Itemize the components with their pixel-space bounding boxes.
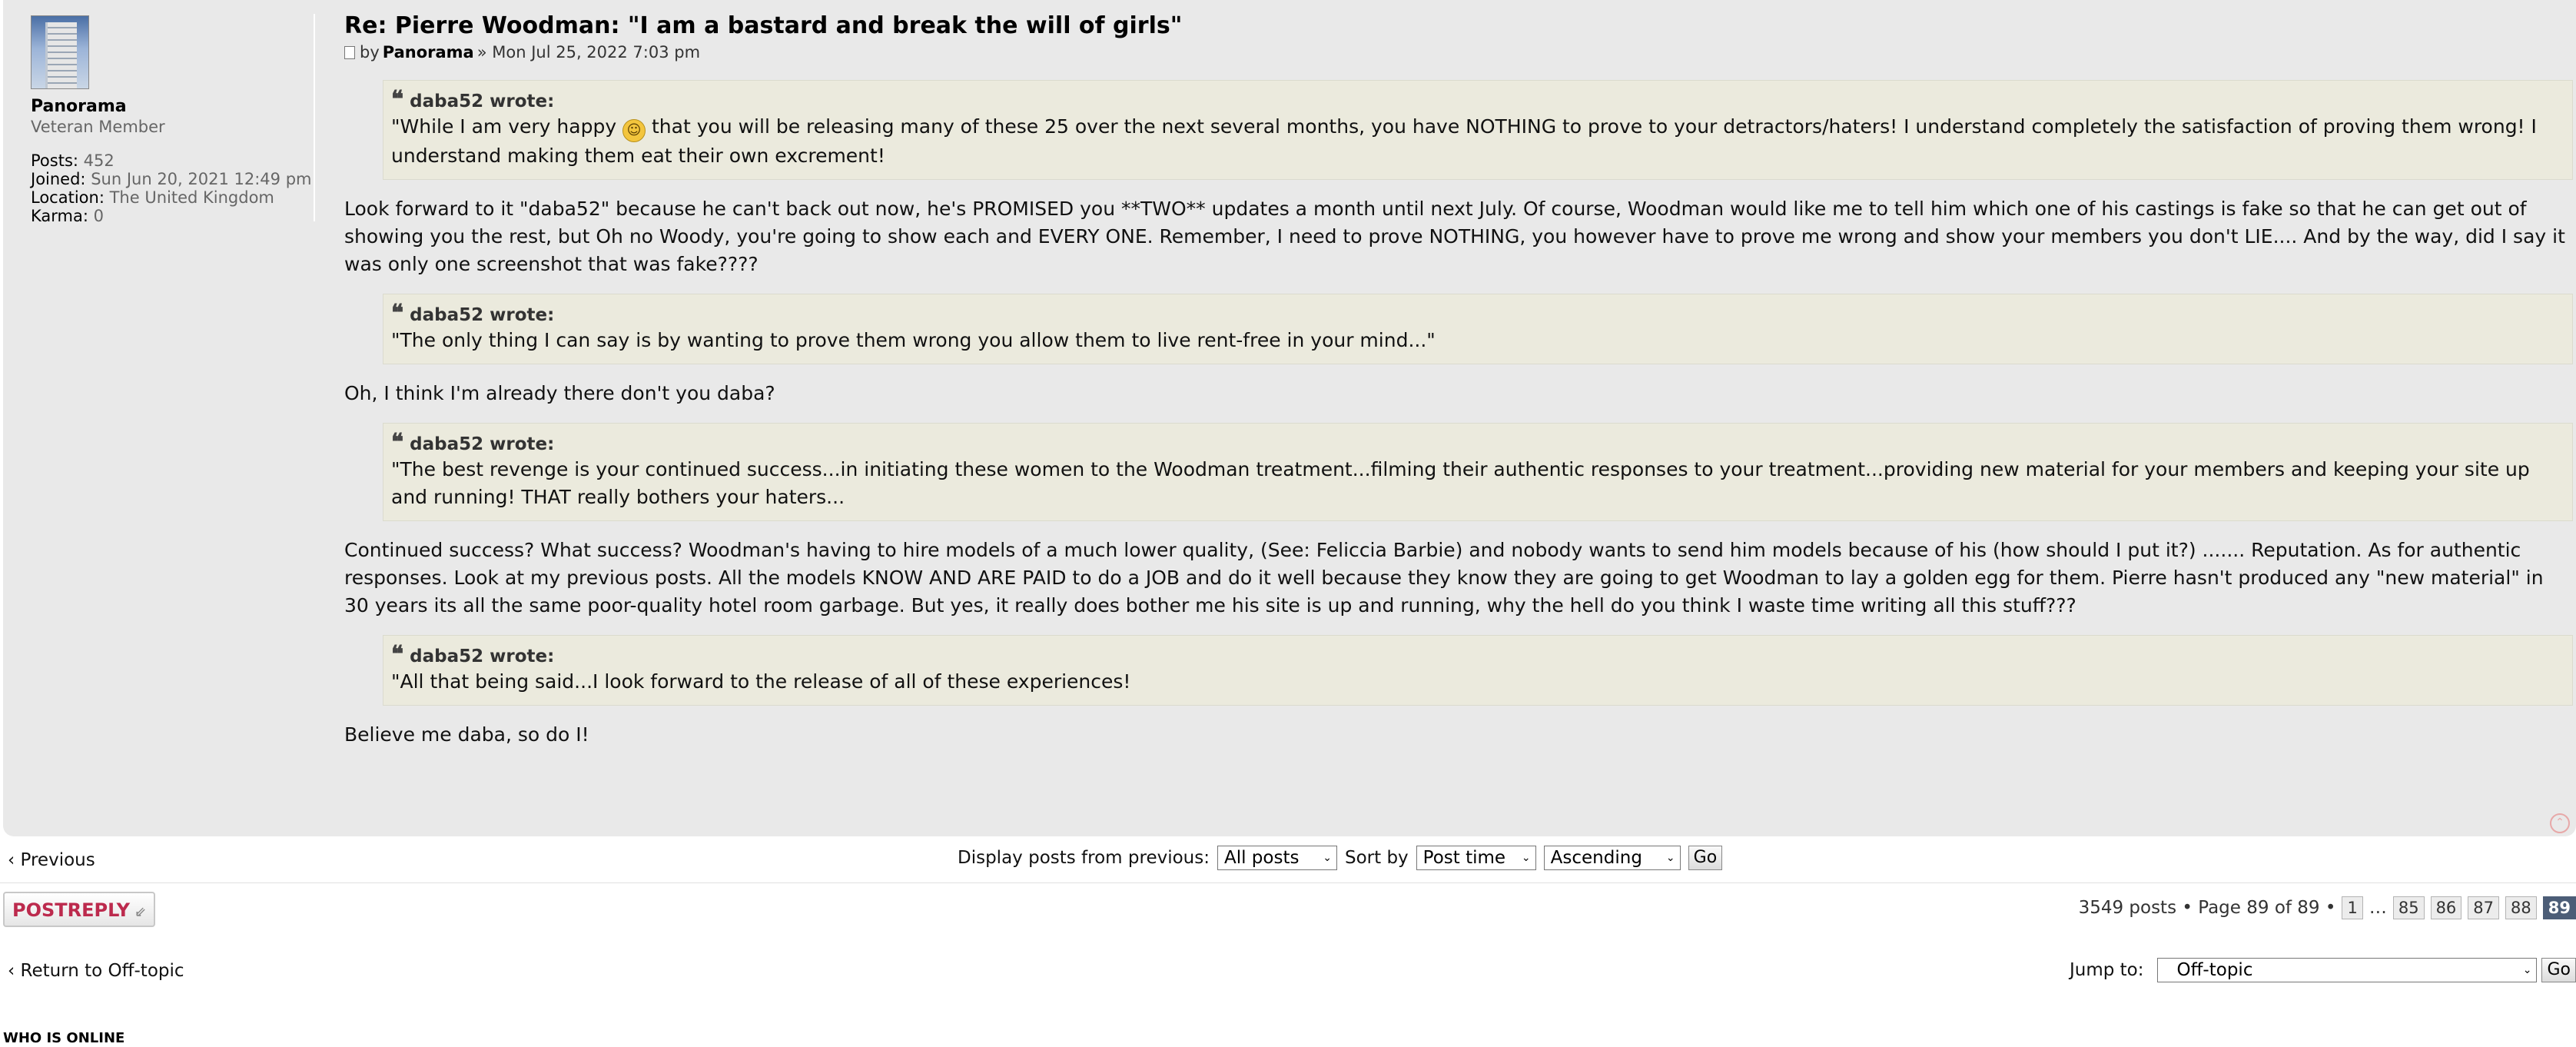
post-paragraph: Look forward to it "daba52" because he c… [344,198,2565,275]
stat-karma: Karma: 0 [31,207,314,225]
stat-location: Location: The United Kingdom [31,188,314,207]
chevron-down-icon: ⌄ [1323,852,1332,864]
jumpbox-bar: ‹ Return to Off-topic Jump to: Off-topic… [0,953,2576,999]
quote-author: ❝ daba52 wrote: [391,431,2564,456]
post-author-line: by Panorama » Mon Jul 25, 2022 7:03 pm [344,43,2573,61]
quote-text: "All that being said...I look forward to… [391,670,1131,693]
stat-value[interactable]: 452 [84,151,115,170]
action-bar: ‹ Previous Display posts from previous: … [0,839,2576,883]
stat-label: Posts: [31,151,78,170]
profile-rank: Veteran Member [31,118,165,136]
post-body: Re: Pierre Woodman: "I am a bastard and … [344,11,2573,764]
return-label: Return to Off-topic [20,961,184,981]
quote-mark-icon: ❝ [391,429,404,456]
quote-block: ❝ daba52 wrote: "The best revenge is your… [383,423,2573,521]
post-reply-label: POSTREPLY [12,899,131,921]
post-content: ❝ daba52 wrote: "While I am very happy ☺ … [344,80,2573,749]
previous-topic-link[interactable]: ‹ Previous [8,850,95,870]
quote-text: "While I am very happy ☺ that you will b… [391,113,2564,170]
previous-label: Previous [20,850,95,870]
stat-label: Location: [31,188,105,207]
display-options: Display posts from previous: All posts ⌄ … [958,846,1723,870]
post-date: » Mon Jul 25, 2022 7:03 pm [476,43,701,61]
post-paragraph: Continued success? What success? Woodman… [344,539,2544,617]
quote-text: "The best revenge is your continued succ… [391,458,2530,508]
stat-posts: Posts: 452 [31,151,314,170]
quote-author: ❝ daba52 wrote: [391,643,2564,668]
display-posts-select[interactable]: All posts ⌄ [1217,846,1337,870]
avatar[interactable] [31,15,89,89]
page-link[interactable]: 86 [2430,896,2462,919]
chevron-left-icon: ‹ [8,961,15,981]
post-icon[interactable] [344,45,355,59]
grin-emoji-icon: ☺ [622,119,646,142]
pagination-summary: 3549 posts • Page 89 of 89 • [2078,898,2336,918]
jump-go-button[interactable]: Go [2541,958,2576,982]
chevron-down-icon: ⌄ [1521,852,1531,864]
back-to-top-icon[interactable]: ⌃ [2550,813,2570,833]
quote-block: ❝ daba52 wrote: "The only thing I can say… [383,294,2573,364]
pagination: 3549 posts • Page 89 of 89 • 1 … 85 86 8… [2079,896,2576,919]
chevron-left-icon: ‹ [8,850,15,870]
reply-pagination-bar: POSTREPLY ⇙ 3549 posts • Page 89 of 89 • … [0,886,2576,939]
stat-joined: Joined: Sun Jun 20, 2021 12:49 pm [31,170,314,188]
stat-value: 0 [93,207,104,225]
quote-block: ❝ daba52 wrote: "All that being said...I … [383,635,2573,706]
page-link[interactable]: 87 [2468,896,2500,919]
go-button[interactable]: Go [1688,846,1723,870]
page-current: 89 [2542,896,2576,919]
stat-value: The United Kingdom [109,188,274,207]
jump-to: Jump to: Off-topic ⌄ Go [2070,958,2576,982]
page-link[interactable]: 85 [2392,896,2425,919]
chevron-down-icon: ⌄ [1665,852,1675,864]
quote-author-text: daba52 wrote: [410,434,555,454]
profile-username[interactable]: Panorama [31,97,314,116]
sort-order-value: Ascending [1550,848,1642,868]
page-link[interactable]: 1 [2342,896,2363,919]
stat-label: Joined: [31,170,86,188]
display-label: Display posts from previous: [958,848,1210,868]
chevron-down-icon: ⌄ [2522,964,2532,976]
jump-to-select[interactable]: Off-topic ⌄ [2157,958,2538,982]
stat-value: Sun Jun 20, 2021 12:49 pm [91,170,312,188]
quote-text-part: that you will be releasing many of these… [391,115,2537,167]
page-ellipsis: … [2369,898,2387,918]
sort-by-value: Post time [1422,848,1506,868]
sort-order-select[interactable]: Ascending ⌄ [1543,846,1681,870]
return-to-forum-link[interactable]: ‹ Return to Off-topic [8,961,184,981]
sort-by-select[interactable]: Post time ⌄ [1416,846,1536,870]
profile-divider [314,14,315,221]
who-is-online-heading: WHO IS ONLINE [3,1030,125,1046]
quote-mark-icon: ❝ [391,300,404,327]
quote-author-text: daba52 wrote: [410,305,555,325]
display-posts-value: All posts [1223,848,1300,868]
quote-text-part: "While I am very happy [391,115,623,138]
post-reply-button[interactable]: POSTREPLY ⇙ [3,892,156,927]
quote-block: ❝ daba52 wrote: "While I am very happy ☺ … [383,80,2573,180]
by-label: by [360,43,380,61]
profile-stats: Posts: 452 Joined: Sun Jun 20, 2021 12:4… [31,151,314,225]
sort-label: Sort by [1344,848,1409,868]
post-container: Panorama Veteran Member Posts: 452 Joine… [3,0,2576,836]
post-title[interactable]: Re: Pierre Woodman: "I am a bastard and … [344,11,2573,42]
jump-label: Jump to: [2069,960,2144,980]
post-profile: Panorama Veteran Member Posts: 452 Joine… [31,15,314,225]
quote-author-text: daba52 wrote: [410,646,555,666]
quote-author-text: daba52 wrote: [410,91,555,111]
post-paragraph: Believe me daba, so do I! [344,723,589,746]
quote-author: ❝ daba52 wrote: [391,88,2564,113]
quote-author: ❝ daba52 wrote: [391,302,2564,327]
page-link[interactable]: 88 [2505,896,2537,919]
quote-mark-icon: ❝ [391,86,404,113]
quote-text: "The only thing I can say is by wanting … [391,329,1436,351]
quote-mark-icon: ❝ [391,641,404,668]
stat-label: Karma: [31,207,88,225]
jump-to-value: Off-topic [2176,960,2253,980]
reply-arrow-icon: ⇙ [134,904,147,920]
post-paragraph: Oh, I think I'm already there don't you … [344,382,775,404]
post-author[interactable]: Panorama [383,43,474,61]
